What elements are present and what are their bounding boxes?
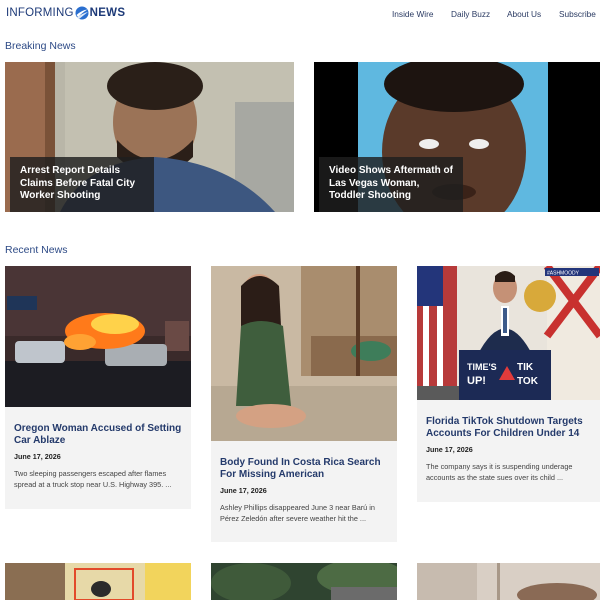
sign-text-up: UP! [467, 375, 486, 387]
breaking-card-2[interactable]: Video Shows Aftermath of Las Vegas Woman… [314, 62, 600, 212]
recent-card-4-image[interactable] [5, 563, 191, 600]
recent-card-2-body: Body Found In Costa Rica Search For Miss… [220, 457, 389, 524]
nav-item-subscribe[interactable]: Subscribe [559, 9, 596, 19]
recent-card-2-summary: Ashley Phillips disappeared June 3 near … [220, 503, 375, 523]
recent-card-3[interactable]: TIME'S UP! TIK TOK #ASHMOODY Florida Tik… [417, 266, 600, 502]
recent-news-heading: Recent News [5, 244, 68, 256]
logo-text-informing: INFORMING [6, 7, 74, 19]
logo-swoosh-icon [75, 6, 89, 20]
recent-card-2-image [211, 266, 397, 441]
recent-card-2[interactable]: Body Found In Costa Rica Search For Miss… [211, 266, 397, 542]
nav-item-about-us[interactable]: About Us [507, 9, 541, 19]
sign-text-tok: TOK [517, 376, 539, 387]
site-header: INFORMING NEWS Inside Wire Daily Buzz Ab… [0, 0, 600, 26]
sign-text-tik: TIK [517, 362, 534, 373]
breaking-card-1[interactable]: Arrest Report Details Claims Before Fata… [5, 62, 294, 212]
breaking-card-2-headline[interactable]: Video Shows Aftermath of Las Vegas Woman… [319, 157, 463, 212]
logo-text-news: NEWS [89, 7, 126, 19]
sign-text-times: TIME'S [467, 362, 497, 372]
recent-card-1[interactable]: Oregon Woman Accused of Setting Car Abla… [5, 266, 191, 509]
nav-item-daily-buzz[interactable]: Daily Buzz [451, 9, 490, 19]
recent-card-1-body: Oregon Woman Accused of Setting Car Abla… [14, 423, 183, 490]
breaking-card-1-headline[interactable]: Arrest Report Details Claims Before Fata… [10, 157, 154, 212]
recent-card-3-date: June 17, 2026 [426, 445, 473, 454]
image-credit-label: #ASHMOODY [547, 271, 580, 277]
recent-card-1-date: June 17, 2026 [14, 452, 61, 461]
site-logo[interactable]: INFORMING NEWS [6, 6, 125, 20]
recent-card-5-image[interactable] [211, 563, 397, 600]
recent-card-3-body: Florida TikTok Shutdown Targets Accounts… [426, 416, 592, 483]
recent-card-2-date: June 17, 2026 [220, 486, 267, 495]
nav-item-inside-wire[interactable]: Inside Wire [392, 9, 434, 19]
recent-card-1-summary: Two sleeping passengers escaped after fl… [14, 469, 172, 489]
recent-card-3-summary: The company says it is suspending undera… [426, 462, 573, 482]
recent-card-1-image [5, 266, 191, 407]
recent-card-3-image: TIME'S UP! TIK TOK #ASHMOODY [417, 266, 600, 400]
recent-card-1-headline[interactable]: Oregon Woman Accused of Setting Car Abla… [14, 423, 183, 447]
breaking-news-heading: Breaking News [5, 40, 76, 52]
recent-card-6-image[interactable] [417, 563, 600, 600]
recent-card-3-headline[interactable]: Florida TikTok Shutdown Targets Accounts… [426, 416, 592, 440]
recent-card-2-headline[interactable]: Body Found In Costa Rica Search For Miss… [220, 457, 389, 481]
